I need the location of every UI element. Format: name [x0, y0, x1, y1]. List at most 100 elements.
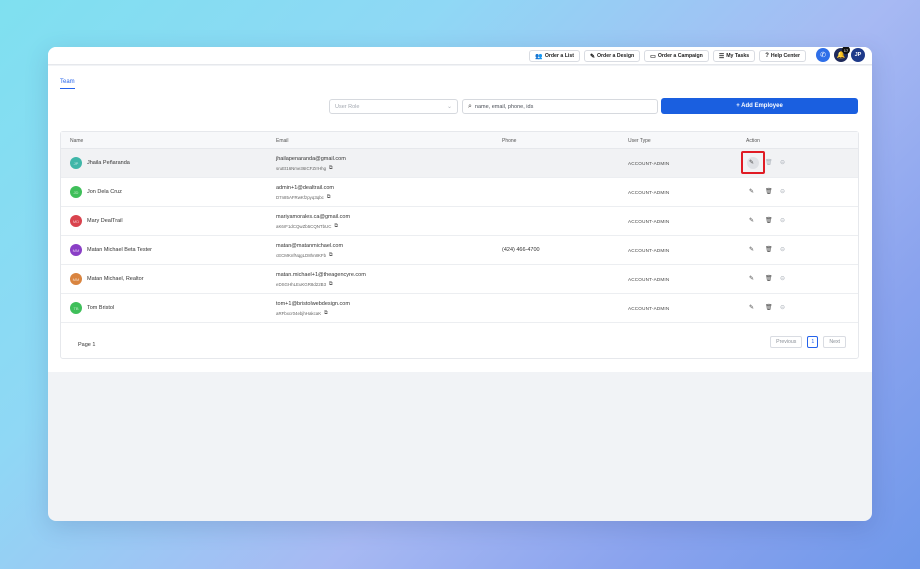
main-content: Team User Role ⌄ ⌕ + Add Employee Name E… — [48, 66, 872, 372]
row-id: aK6rF1dCQwZb5CQNTbUC ⧉ — [276, 223, 338, 229]
row-name: Matan Michael, Realtor — [87, 276, 144, 282]
copy-icon[interactable]: ⧉ — [334, 223, 338, 229]
row-id-text: aRFbxcr04ebjhHakcaK — [276, 310, 322, 316]
copy-icon[interactable]: ⧉ — [329, 165, 333, 171]
row-id-text: aK6rF1dCQwZb5CQNTbUC — [276, 223, 332, 229]
row-name: Tom Bristol — [87, 305, 115, 311]
table-row[interactable]: TB Tom Bristol tom+1@bristolwebdesign.co… — [61, 294, 858, 323]
login-as-icon[interactable]: ⊖ — [780, 275, 785, 282]
login-as-icon[interactable]: ⊖ — [780, 188, 785, 195]
search-input[interactable] — [474, 103, 645, 110]
row-id-text: D7n85AFRwKfzpyq3qbc — [276, 194, 324, 200]
row-user-type: ACCOUNT-ADMIN — [628, 219, 670, 224]
search-box: ⌕ — [462, 99, 658, 114]
row-email: matan.michael+1@theagencyre.com — [276, 272, 366, 278]
calendar-icon: ▭ — [650, 53, 656, 60]
table-header: Name Email Phone User Type Action — [61, 132, 858, 149]
table-row[interactable]: MM Matan Michael Beta Tester matan@matan… — [61, 236, 858, 265]
header-action: Action — [746, 138, 760, 144]
login-as-icon[interactable]: ⊖ — [780, 246, 785, 253]
trash-icon[interactable]: 🗑 — [765, 159, 773, 166]
header-phone: Phone — [502, 138, 517, 144]
my-tasks-label: My Tasks — [726, 53, 750, 59]
page-label: Page 1 — [78, 342, 96, 348]
help-center-label: Help Center — [770, 53, 800, 59]
edit-icon[interactable]: ✎ — [749, 275, 754, 282]
copy-icon[interactable]: ⧉ — [327, 194, 331, 200]
question-icon: ? — [765, 53, 769, 59]
row-email: tom+1@bristolwebdesign.com — [276, 301, 350, 307]
top-bar: 👥 Order a List ✎ Order a Design ▭ Order a C… — [48, 47, 872, 65]
avatar: MD — [70, 215, 82, 227]
order-list-label: Order a List — [544, 53, 574, 59]
copy-icon[interactable]: ⧉ — [324, 310, 328, 316]
user-avatar-button[interactable]: JP — [851, 48, 865, 62]
tab-team[interactable]: Team — [60, 79, 75, 89]
user-role-placeholder: User Role — [335, 103, 360, 110]
row-id: sruEt16Nme36ICFZrrHhg ⧉ — [276, 165, 333, 171]
order-design-label: Order a Design — [596, 53, 635, 59]
add-employee-button[interactable]: + Add Employee — [661, 98, 858, 114]
row-id: aRFbxcr04ebjhHakcaK ⧉ — [276, 310, 328, 316]
pagination: Previous 1 Next — [770, 336, 846, 348]
trash-icon[interactable]: 🗑 — [765, 275, 773, 282]
header-name: Name — [70, 138, 84, 144]
edit-icon[interactable]: ✎ — [749, 217, 754, 224]
row-user-type: ACCOUNT-ADMIN — [628, 306, 670, 311]
trash-icon[interactable]: 🗑 — [765, 246, 773, 253]
row-user-type: ACCOUNT-ADMIN — [628, 161, 670, 166]
login-as-icon[interactable]: ⊖ — [780, 217, 785, 224]
login-as-icon[interactable]: ⊖ — [780, 304, 785, 311]
search-icon: ⌕ — [468, 102, 472, 110]
row-email: admin+1@dealtrail.com — [276, 185, 335, 191]
avatar: JD — [70, 186, 82, 198]
header-email: Email — [276, 138, 289, 144]
order-campaign-button[interactable]: ▭ Order a Campaign — [644, 50, 709, 62]
phone-button[interactable]: ✆ — [816, 48, 830, 62]
edit-icon[interactable]: ✎ — [749, 304, 754, 311]
trash-icon[interactable]: 🗑 — [765, 217, 773, 224]
row-id-text: sruEt16Nme36ICFZrrHhg — [276, 165, 327, 171]
row-id: cECMKnfNqgLD8hn8KFb ⧉ — [276, 252, 333, 258]
row-id-text: cECMKnfNqgLD8hn8KFb — [276, 252, 327, 258]
order-design-button[interactable]: ✎ Order a Design — [583, 50, 641, 62]
row-name: Jon Dela Cruz — [87, 189, 122, 195]
notification-badge: 17 — [842, 47, 850, 54]
list-icon: ☰ — [718, 53, 725, 60]
row-user-type: ACCOUNT-ADMIN — [628, 277, 670, 282]
edit-icon[interactable]: ✎ — [749, 246, 754, 253]
copy-icon[interactable]: ⧉ — [329, 281, 333, 287]
row-id-text: eDSGHhLEuKGR8d22B3 — [276, 281, 327, 287]
my-tasks-button[interactable]: ☰ My Tasks — [712, 50, 756, 62]
avatar: MM — [70, 244, 82, 256]
page-1-button[interactable]: 1 — [807, 336, 819, 348]
avatar: MM — [70, 273, 82, 285]
edit-icon[interactable]: ✎ — [749, 188, 754, 195]
row-email: mariyamorales.ca@gmail.com — [276, 214, 351, 220]
avatar: JP — [70, 157, 82, 169]
login-as-icon[interactable]: ⊖ — [780, 159, 785, 166]
header-user-type: User Type — [628, 138, 651, 144]
edit-icon[interactable]: ✎ — [749, 159, 754, 166]
table-row[interactable]: MM Matan Michael, Realtor matan.michael+… — [61, 265, 858, 294]
copy-icon[interactable]: ⧉ — [329, 252, 333, 258]
people-icon: 👥 — [535, 53, 543, 60]
user-role-select[interactable]: User Role ⌄ — [329, 99, 458, 114]
help-center-button[interactable]: ? Help Center — [759, 50, 806, 62]
table-row[interactable]: JD Jon Dela Cruz admin+1@dealtrail.com D… — [61, 178, 858, 207]
order-campaign-label: Order a Campaign — [657, 53, 703, 59]
trash-icon[interactable]: 🗑 — [765, 304, 773, 311]
next-button[interactable]: Next — [823, 336, 846, 348]
previous-button[interactable]: Previous — [770, 336, 803, 348]
table-row[interactable]: JP Jhaila Peñaranda jhailapenaranda@gmai… — [61, 149, 858, 178]
row-id: D7n85AFRwKfzpyq3qbc ⧉ — [276, 194, 330, 200]
app-window: 👥 Order a List ✎ Order a Design ▭ Order a C… — [48, 47, 872, 521]
order-list-button[interactable]: 👥 Order a List — [529, 50, 580, 62]
row-name: Mary DealTrail — [87, 218, 123, 224]
row-user-type: ACCOUNT-ADMIN — [628, 248, 670, 253]
row-user-type: ACCOUNT-ADMIN — [628, 190, 670, 195]
trash-icon[interactable]: 🗑 — [765, 188, 773, 195]
brush-icon: ✎ — [589, 53, 595, 60]
table-row[interactable]: MD Mary DealTrail mariyamorales.ca@gmail… — [61, 207, 858, 236]
row-id: eDSGHhLEuKGR8d22B3 ⧉ — [276, 281, 333, 287]
